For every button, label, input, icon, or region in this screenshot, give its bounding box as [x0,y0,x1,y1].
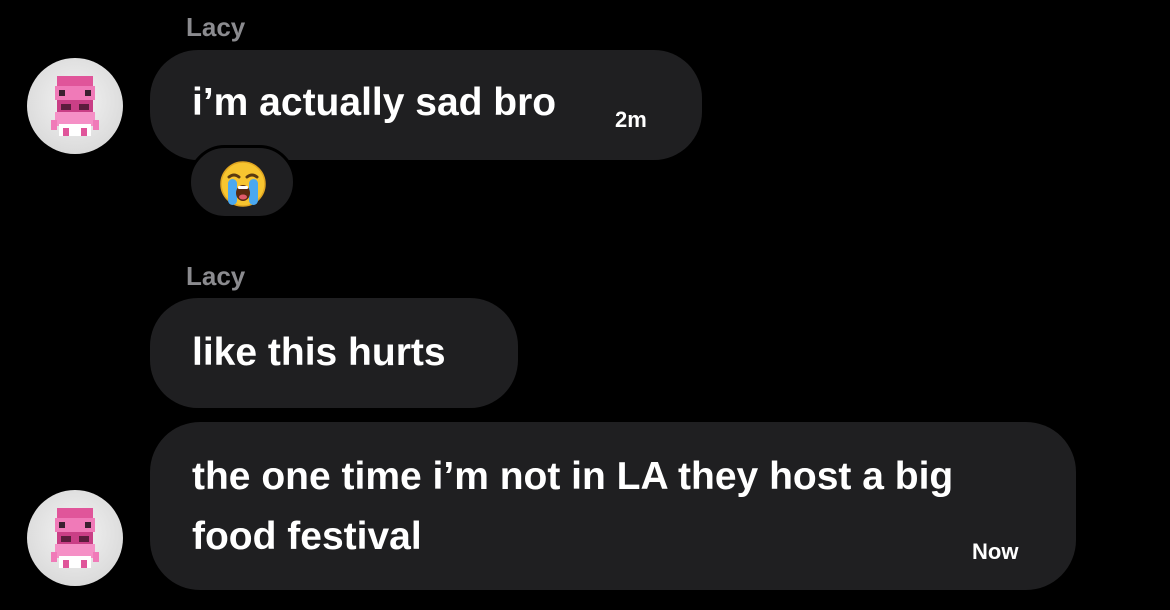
message-bubble[interactable]: like this hurts [150,298,518,408]
sender-name: Lacy [186,261,246,291]
message-text-line-2: food festival [192,515,422,558]
pink-pixel-character-avatar-icon [51,508,99,568]
message-timestamp: 2m [615,107,647,132]
avatar[interactable] [27,58,123,154]
message-text: i’m actually sad bro [192,81,557,124]
loudly-crying-face-icon [220,161,266,207]
message-reaction[interactable] [188,145,296,219]
message-bubble[interactable]: i’m actually sad bro 2m [150,50,702,160]
message-text-line-1: the one time i’m not in LA they host a b… [192,455,954,498]
sender-name: Lacy [186,12,246,42]
avatar[interactable] [27,490,123,586]
message-bubble-multiline[interactable]: the one time i’m not in LA they host a b… [150,422,1076,590]
message-text: like this hurts [192,331,446,374]
message-timestamp: Now [972,539,1019,564]
pink-pixel-character-avatar-icon [51,76,99,136]
